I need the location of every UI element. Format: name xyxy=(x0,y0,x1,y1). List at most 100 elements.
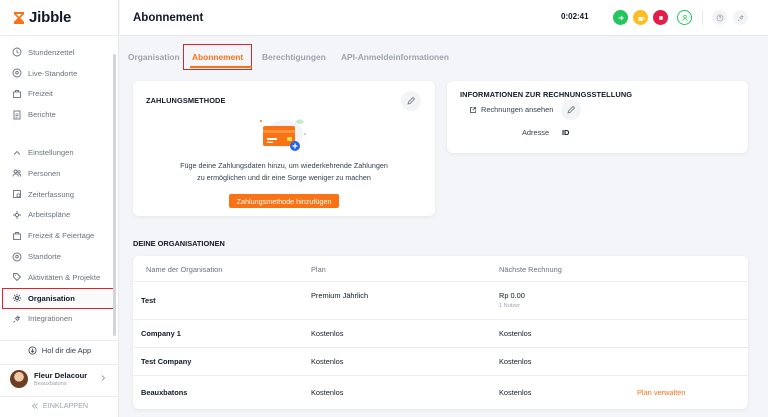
sidebar-item-label: Personen xyxy=(28,168,61,178)
payment-method-card: ZAHLUNGSMETHODE Füge deine Zahlungsdaten… xyxy=(133,81,435,216)
payment-description-line2: zu ermöglichen und dir eine Sorge wenige… xyxy=(197,173,371,182)
org-name: Test xyxy=(141,296,156,305)
plug-icon xyxy=(737,14,744,21)
user-status-button[interactable] xyxy=(677,10,692,25)
double-chevron-left-icon xyxy=(31,402,38,409)
organizations-section-title: DEINE ORGANISATIONEN xyxy=(133,239,225,248)
column-header-name: Name der Organisation xyxy=(146,265,223,274)
logo[interactable]: Jibble xyxy=(0,0,118,36)
coffee-cup-icon xyxy=(638,16,645,21)
sidebar-item-holidays[interactable]: Freizeit & Feiertage xyxy=(0,225,118,246)
sidebar-item-timesheets[interactable]: Stundenzettel xyxy=(0,42,118,63)
help-icon xyxy=(716,14,723,21)
org-name: Test Company xyxy=(141,357,192,366)
sidebar-nav: Stundenzettel Live-Standorte Freizeit Be… xyxy=(0,36,118,329)
nav-divider xyxy=(0,125,118,142)
org-name: Beauxbatons xyxy=(141,388,188,397)
address-label: Adresse xyxy=(522,128,550,137)
plug-icon xyxy=(13,315,20,323)
sidebar-item-label: Arbeitspläne xyxy=(28,210,71,220)
org-next-invoice-users: 1 Nutzer xyxy=(499,303,521,309)
sidebar-item-reports[interactable]: Berichte xyxy=(0,104,118,125)
sidebar-item-activities[interactable]: Aktivitäten & Projekte xyxy=(0,267,118,288)
get-app-button[interactable]: Hol dir die App xyxy=(0,340,119,360)
column-header-plan: Plan xyxy=(311,265,326,274)
tab-api-credentials[interactable]: API-Anmeldeinformationen xyxy=(341,45,449,69)
sidebar-item-label: Zeiterfassung xyxy=(28,189,75,199)
edit-payment-button[interactable] xyxy=(401,91,421,111)
beach-icon xyxy=(13,90,21,98)
tab-permissions[interactable]: Berechtigungen xyxy=(262,45,326,69)
user-name: Fleur Delacour xyxy=(34,370,88,380)
sidebar-item-schedules[interactable]: Arbeitspläne xyxy=(0,205,118,226)
sidebar-item-label: Stundenzettel xyxy=(28,47,75,57)
sidebar-item-integrations[interactable]: Integrationen xyxy=(0,309,118,330)
gear-icon xyxy=(13,294,21,303)
org-next-invoice: Kostenlos xyxy=(499,357,532,366)
timer-display: 0:02:41 xyxy=(561,12,589,21)
payment-method-title: ZAHLUNGSMETHODE xyxy=(146,96,226,105)
user-profile[interactable]: Fleur Delacour Beauxbatons xyxy=(0,364,119,392)
arrow-in-icon xyxy=(618,15,624,20)
sidebar-item-settings[interactable]: Einstellungen xyxy=(0,142,118,163)
avatar xyxy=(10,369,28,388)
manage-plan-link[interactable]: Plan verwalten xyxy=(637,388,685,397)
pencil-icon xyxy=(407,96,416,105)
org-plan: Kostenlos xyxy=(311,357,344,366)
add-payment-method-button[interactable]: Zahlungsmethode hinzufügen xyxy=(229,194,339,208)
edit-billing-button[interactable] xyxy=(561,100,581,120)
active-tab-indicator xyxy=(190,66,252,68)
sidebar-item-label: Berichte xyxy=(28,110,56,120)
clock-icon xyxy=(12,47,22,57)
tab-organization[interactable]: Organisation xyxy=(128,45,180,69)
sidebar-item-organization[interactable]: Organisation xyxy=(2,287,116,309)
tag-icon xyxy=(13,273,22,282)
settings-tabs: Organisation Abonnement Berechtigungen A… xyxy=(120,40,768,70)
clock-out-button[interactable] xyxy=(653,10,668,25)
schedule-icon xyxy=(13,210,21,219)
table-row[interactable]: Company 1 Kostenlos Kostenlos xyxy=(133,320,748,348)
time-tracking-icon xyxy=(13,190,21,199)
sidebar-item-label: Organisation xyxy=(28,293,75,303)
chevron-up-icon xyxy=(13,150,21,155)
org-plan: Kostenlos xyxy=(311,388,344,397)
break-button[interactable] xyxy=(633,10,648,25)
org-next-invoice: Kostenlos xyxy=(499,388,532,397)
collapse-button[interactable]: EINKLAPPEN xyxy=(0,396,119,414)
collapse-label: EINKLAPPEN xyxy=(42,401,89,410)
billing-info-title: INFORMATIONEN ZUR RECHNUNGSSTELLUNG xyxy=(460,90,633,99)
app-name: Jibble xyxy=(29,9,72,26)
location-pin-icon xyxy=(12,68,22,78)
holiday-icon xyxy=(13,231,21,240)
sidebar-item-locations[interactable]: Standorte xyxy=(0,246,118,267)
sidebar-item-label: Integrationen xyxy=(28,314,73,324)
help-button[interactable] xyxy=(712,10,727,25)
top-header: Abonnement 0:02:41 xyxy=(120,0,768,36)
table-row[interactable]: Beauxbatons Kostenlos Kostenlos Plan ver… xyxy=(133,376,748,409)
clock-in-button[interactable] xyxy=(613,10,628,25)
view-invoices-link[interactable]: Rechnungen ansehen xyxy=(469,105,553,114)
org-name: Company 1 xyxy=(141,329,181,338)
sidebar-item-label: Aktivitäten & Projekte xyxy=(28,272,101,282)
sidebar-item-time-off[interactable]: Freizeit xyxy=(0,84,118,105)
credit-card-illustration-icon xyxy=(260,119,306,151)
table-row[interactable]: Test Premium Jährlich Rp 0.00 1 Nutzer xyxy=(133,282,748,320)
location-pin-icon xyxy=(12,252,22,262)
user-org: Beauxbatons xyxy=(34,380,67,387)
org-next-invoice: Rp 0.00 xyxy=(499,291,525,300)
sidebar-item-label: Freizeit & Feiertage xyxy=(28,231,95,241)
column-header-next-invoice: Nächste Rechnung xyxy=(499,265,562,274)
table-row[interactable]: Test Company Kostenlos Kostenlos xyxy=(133,348,748,376)
address-value: ID xyxy=(562,128,570,137)
sidebar-item-people[interactable]: Personen xyxy=(0,163,118,184)
chevron-right-icon xyxy=(101,375,106,381)
integrations-button[interactable] xyxy=(733,10,748,25)
sidebar-item-live-locations[interactable]: Live-Standorte xyxy=(0,63,118,84)
people-icon xyxy=(12,169,22,177)
sidebar-item-label: Live-Standorte xyxy=(28,68,78,78)
payment-description-line1: Füge deine Zahlungsdaten hinzu, um wiede… xyxy=(180,161,388,170)
sidebar-scrollbar[interactable] xyxy=(113,54,116,336)
sidebar-item-time-tracking[interactable]: Zeiterfassung xyxy=(0,184,118,205)
table-header-row: Name der Organisation Plan Nächste Rechn… xyxy=(133,256,748,282)
download-icon xyxy=(28,346,37,355)
